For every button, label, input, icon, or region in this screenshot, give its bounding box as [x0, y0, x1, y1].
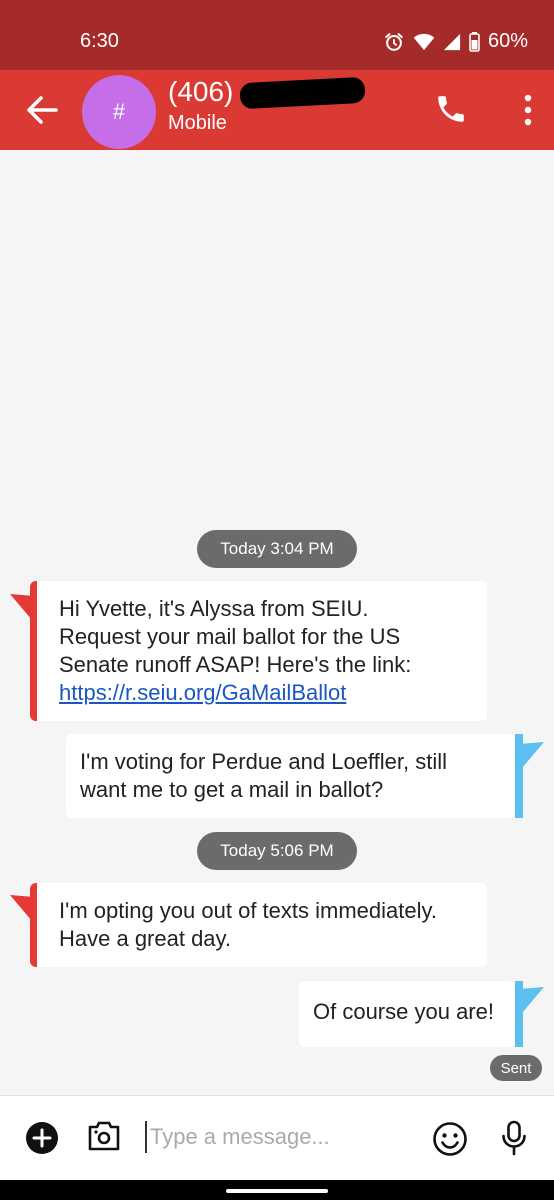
call-button[interactable]: [434, 92, 468, 126]
contact-type: Mobile: [168, 112, 227, 134]
home-indicator[interactable]: [226, 1189, 328, 1193]
phone-icon: [438, 96, 464, 122]
wifi-icon: [413, 33, 435, 51]
outgoing-bubble-tail: [520, 742, 544, 768]
arrow-back-icon: [27, 96, 58, 124]
battery-percent: 60%: [487, 30, 528, 52]
status-icons: 60%: [383, 30, 528, 53]
status-bar: 6:30 60%: [0, 0, 554, 70]
outgoing-message[interactable]: Of course you are!: [299, 981, 515, 1047]
microphone-icon: [502, 1120, 526, 1156]
sent-status-badge: Sent: [490, 1055, 542, 1081]
incoming-message[interactable]: I'm opting you out of texts immediately.…: [30, 883, 487, 967]
message-line: Request your mail ballot for the US: [59, 624, 401, 649]
message-line: I'm voting for Perdue and Loeffler, stil…: [80, 749, 447, 774]
redaction-mark: [239, 76, 366, 110]
message-line: Of course you are!: [313, 999, 494, 1024]
message-line: Senate runoff ASAP! Here's the link:: [59, 652, 412, 677]
emoji-icon: [433, 1122, 467, 1156]
more-vert-icon: [524, 94, 532, 126]
avatar-glyph: #: [112, 99, 126, 124]
signal-icon: [443, 33, 461, 51]
system-nav-bar: [0, 1180, 554, 1200]
emoji-button[interactable]: [432, 1121, 468, 1162]
status-time: 6:30: [80, 30, 119, 52]
message-line: want me to get a mail in ballot?: [80, 777, 384, 802]
outgoing-bubble-tail: [520, 987, 544, 1013]
add-attachment-button[interactable]: [25, 1121, 59, 1160]
message-line: I'm opting you out of texts immediately.: [59, 898, 437, 923]
incoming-message[interactable]: Hi Yvette, it's Alyssa from SEIU. Reques…: [30, 581, 487, 721]
message-input[interactable]: [145, 1121, 415, 1153]
message-link[interactable]: https://r.seiu.org/GaMailBallot: [59, 680, 346, 705]
back-button[interactable]: [22, 90, 62, 130]
compose-bar: [0, 1095, 554, 1180]
more-options-button[interactable]: [518, 92, 538, 128]
add-circle-icon: [26, 1122, 58, 1154]
voice-input-button[interactable]: [500, 1120, 528, 1161]
camera-icon: [88, 1121, 120, 1151]
message-line: Hi Yvette, it's Alyssa from SEIU.: [59, 596, 369, 621]
app-bar: # (406) Mobile: [0, 70, 554, 150]
date-divider: Today 3:04 PM: [197, 530, 357, 568]
message-line: Have a great day.: [59, 926, 232, 951]
avatar[interactable]: #: [82, 75, 156, 149]
contact-number: (406): [168, 76, 234, 107]
date-divider: Today 5:06 PM: [197, 832, 357, 870]
battery-icon: [469, 31, 480, 52]
alarm-icon: [383, 31, 405, 53]
outgoing-message[interactable]: I'm voting for Perdue and Loeffler, stil…: [66, 734, 515, 818]
camera-gallery-button[interactable]: [86, 1118, 122, 1159]
